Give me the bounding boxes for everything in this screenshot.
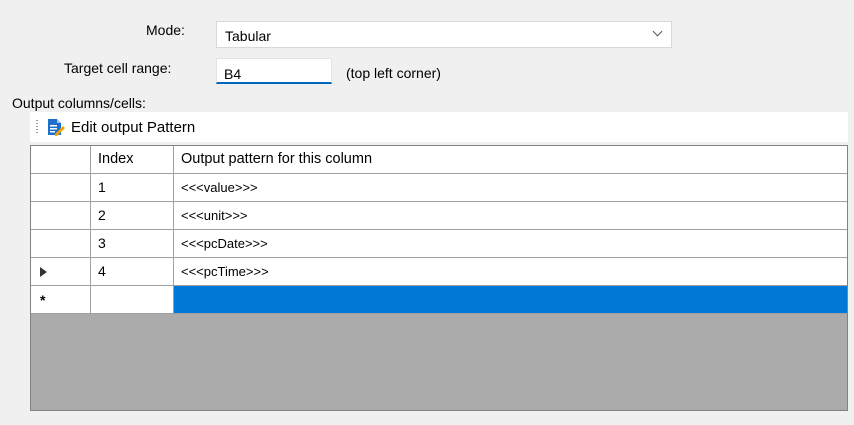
edit-output-pattern-button[interactable]: Edit output Pattern [45, 116, 195, 138]
row-header-current[interactable] [31, 258, 91, 286]
current-row-arrow-icon [40, 267, 47, 277]
row-header-new[interactable]: * [31, 286, 91, 314]
pattern-cell[interactable]: <<<pcTime>>> [174, 258, 847, 286]
index-cell[interactable]: 1 [91, 174, 174, 202]
index-cell[interactable]: 4 [91, 258, 174, 286]
row-header[interactable] [31, 174, 91, 202]
output-columns-label: Output columns/cells: [12, 95, 146, 111]
pattern-cell[interactable]: <<<unit>>> [174, 202, 847, 230]
edit-output-pattern-label: Edit output Pattern [71, 118, 196, 136]
table-row[interactable]: 1 <<<value>>> [31, 174, 847, 202]
row-header-corner[interactable] [31, 146, 91, 174]
new-row-asterisk-icon: * [40, 292, 46, 308]
pattern-cell[interactable]: <<<pcDate>>> [174, 230, 847, 258]
table-row[interactable]: 2 <<<unit>>> [31, 202, 847, 230]
new-index-cell[interactable] [91, 286, 174, 314]
pattern-toolbar: Edit output Pattern [30, 112, 848, 142]
mode-dropdown-value: Tabular [225, 28, 271, 44]
pattern-cell[interactable]: <<<value>>> [174, 174, 847, 202]
column-header-pattern[interactable]: Output pattern for this column [174, 146, 847, 174]
output-pattern-grid[interactable]: Index Output pattern for this column 1 <… [30, 145, 848, 411]
grid-header-row: Index Output pattern for this column [31, 146, 847, 174]
row-header[interactable] [31, 230, 91, 258]
mode-label: Mode: [146, 22, 185, 38]
target-cell-range-input[interactable]: B4 [216, 58, 332, 84]
target-cell-range-value: B4 [224, 66, 242, 82]
table-row[interactable]: 4 <<<pcTime>>> [31, 258, 847, 286]
table-row[interactable]: 3 <<<pcDate>>> [31, 230, 847, 258]
toolbar-grip[interactable] [36, 120, 38, 134]
target-cell-range-label: Target cell range: [64, 60, 172, 76]
index-cell[interactable]: 3 [91, 230, 174, 258]
index-cell[interactable]: 2 [91, 202, 174, 230]
column-header-index[interactable]: Index [91, 146, 174, 174]
new-row[interactable]: * [31, 286, 847, 314]
row-header[interactable] [31, 202, 91, 230]
edit-document-icon [48, 119, 65, 136]
new-pattern-cell-selected[interactable] [174, 286, 847, 314]
chevron-down-icon[interactable] [652, 26, 663, 37]
target-hint-text: (top left corner) [346, 65, 441, 81]
mode-dropdown[interactable]: Tabular [216, 21, 672, 48]
